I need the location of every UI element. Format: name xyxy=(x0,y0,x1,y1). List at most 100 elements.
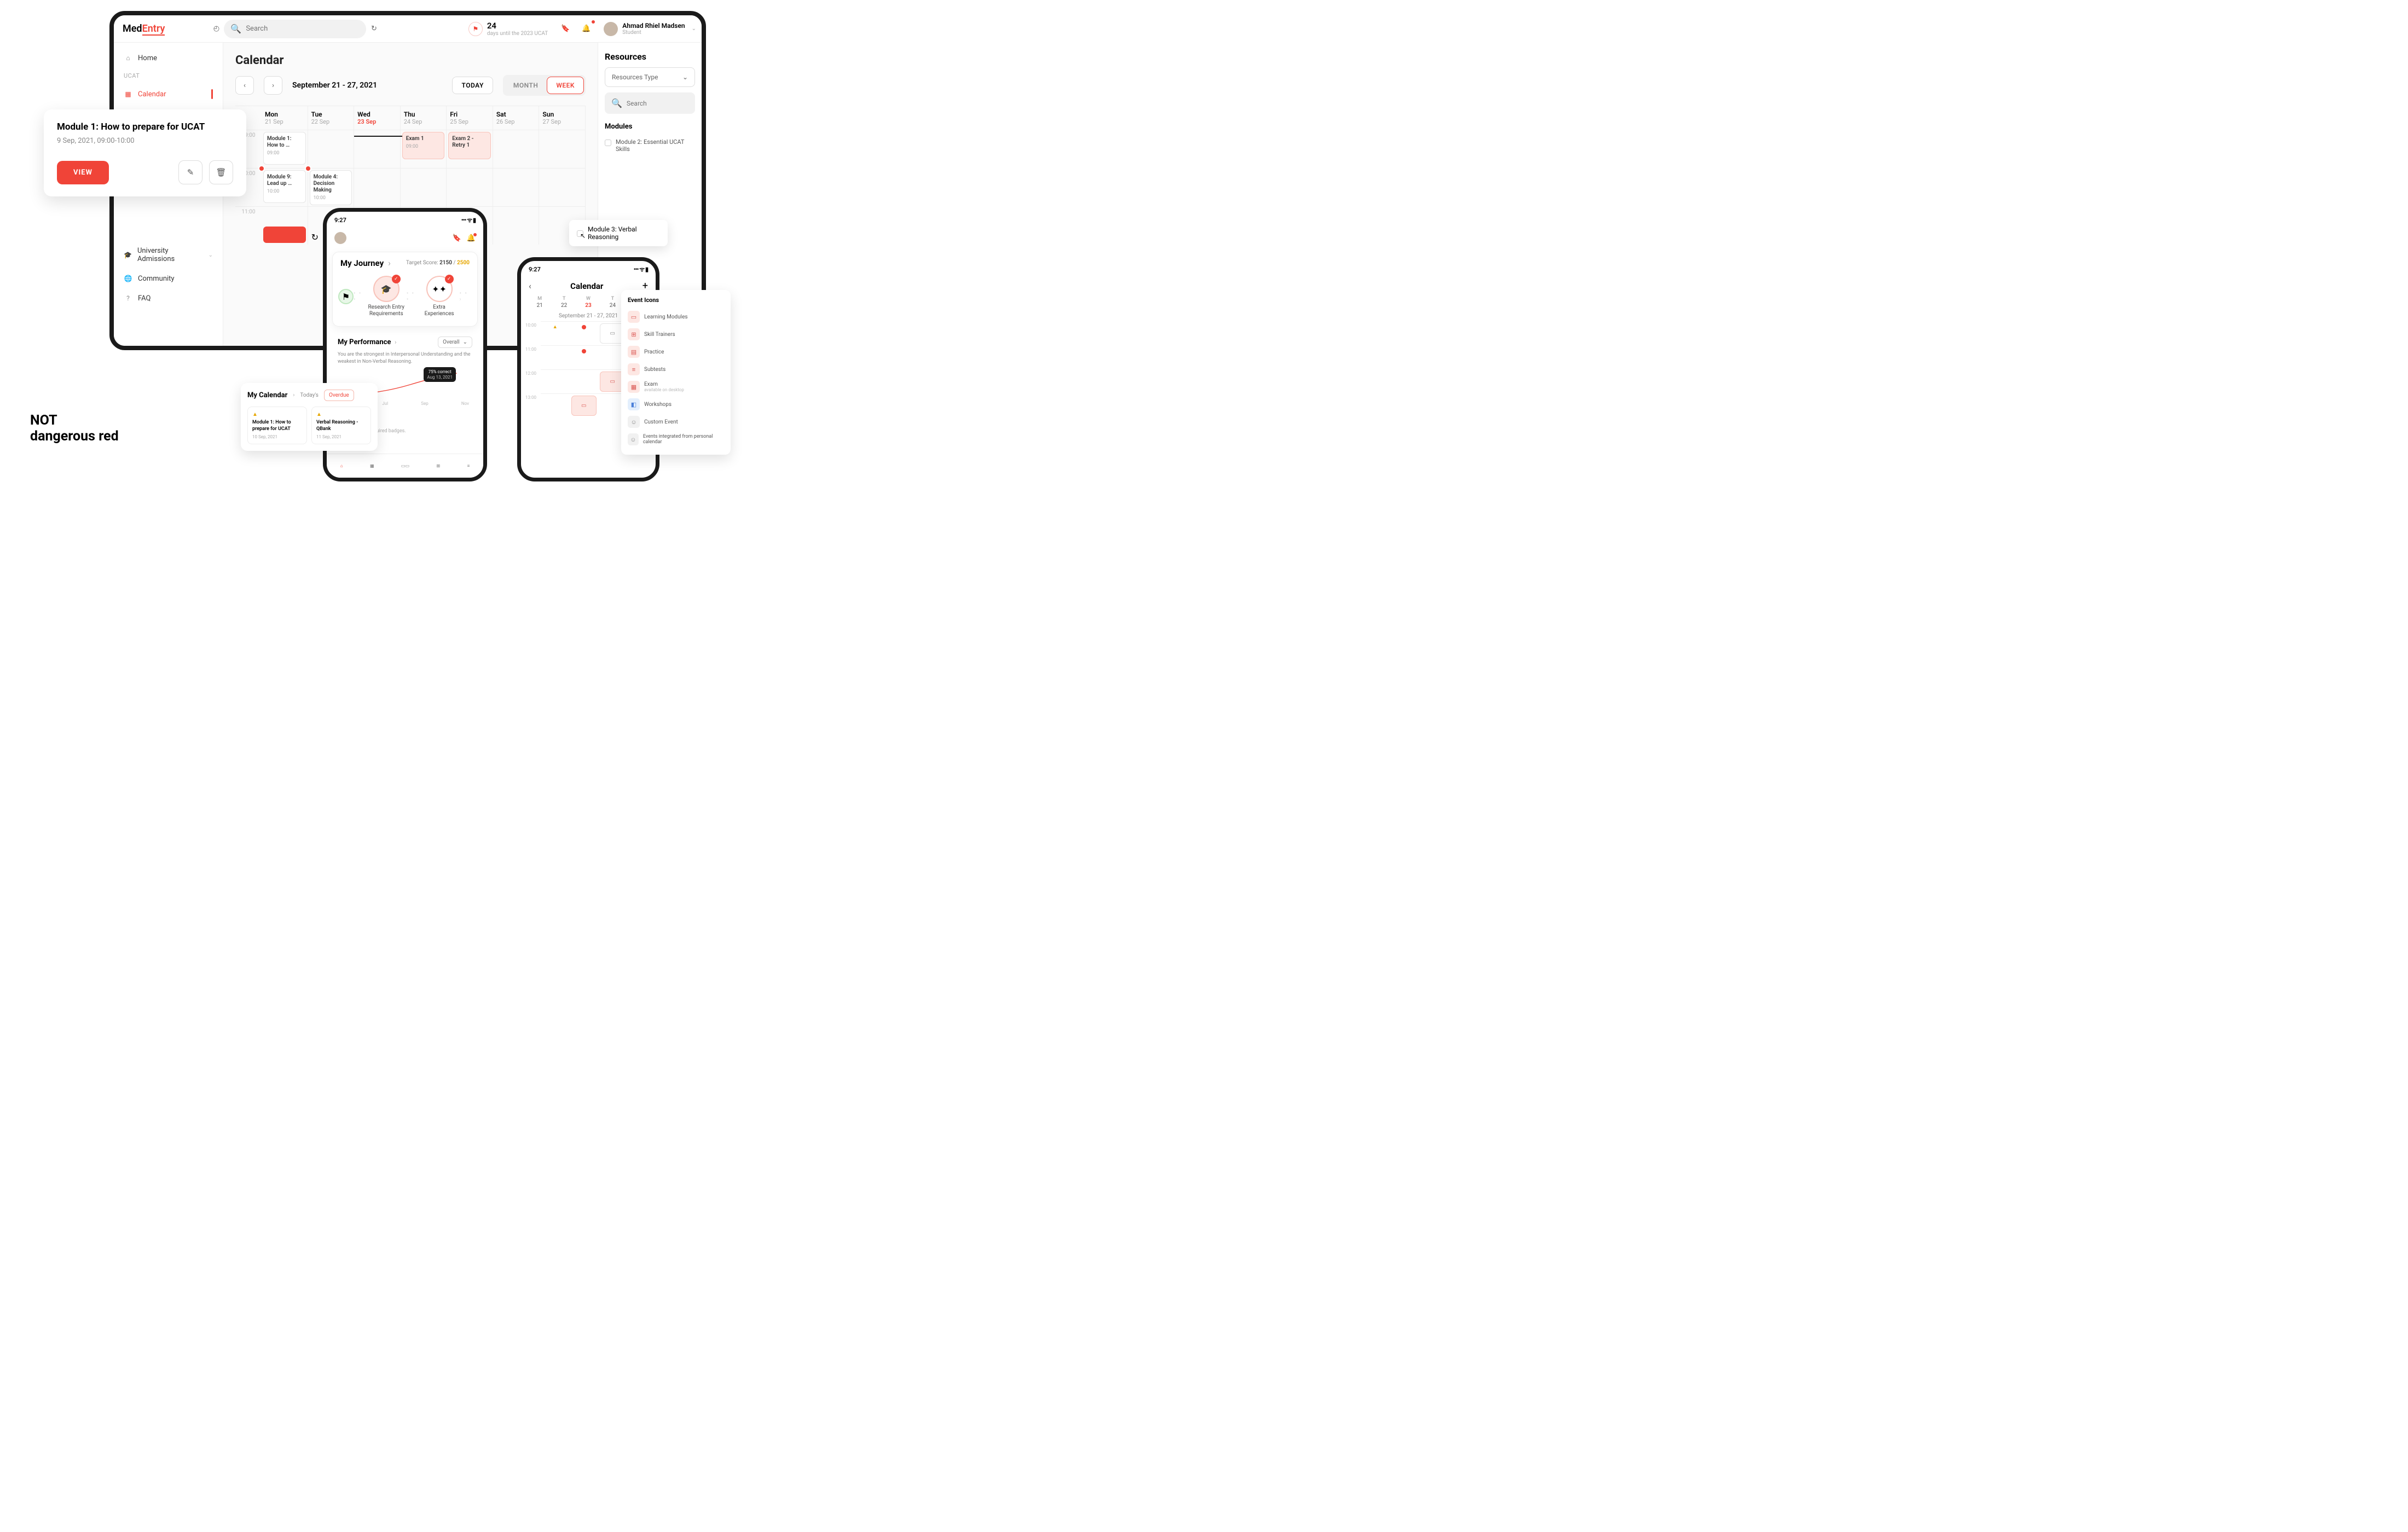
phone-statusbar: 9:27 ••• ᯤ ▮ xyxy=(521,261,656,278)
target-score: Target Score: 2150 / 2500 xyxy=(406,260,470,266)
annotation-label: NOT dangerous red xyxy=(30,413,119,445)
next-week-button[interactable]: › xyxy=(264,76,282,95)
week-view-button[interactable]: WEEK xyxy=(547,77,584,94)
p2cell[interactable]: ▭ xyxy=(570,393,599,417)
bookmark-icon[interactable]: 🔖 xyxy=(558,21,573,37)
cell-wed-09[interactable] xyxy=(354,130,401,168)
cell-fri-09[interactable]: Exam 2 - Retry 1 xyxy=(447,130,493,168)
ucat-countdown: ⚑ 24 days until the 2023 UCAT xyxy=(468,21,548,37)
sidebar-item-home[interactable]: ⌂ Home xyxy=(114,48,223,68)
refresh-icon[interactable]: ↻ xyxy=(311,232,319,242)
dots-connector: • • • xyxy=(407,291,419,303)
event-module-9[interactable]: Module 9: Lead up … 10:00 xyxy=(263,170,306,203)
sidebar-item-community[interactable]: 🌐 Community xyxy=(114,269,223,288)
sidebar-item-faq[interactable]: ? FAQ xyxy=(114,288,223,308)
cell-wed-10[interactable] xyxy=(354,168,401,206)
p2cell[interactable] xyxy=(541,393,570,417)
cell-thu-10[interactable] xyxy=(401,168,447,206)
cell-mon-11[interactable] xyxy=(262,206,308,245)
calendar-range: September 21 - 27, 2021 xyxy=(292,81,377,90)
p2cell[interactable] xyxy=(541,345,570,369)
modules-heading: Modules xyxy=(605,123,695,131)
bell-icon[interactable]: 🔔 xyxy=(578,21,594,37)
p2cell[interactable] xyxy=(541,369,570,393)
checkbox-icon[interactable] xyxy=(605,140,611,146)
event-module-4[interactable]: Module 4: Decision Making 10:00 xyxy=(310,170,352,205)
event-exam-2[interactable]: Exam 2 - Retry 1 xyxy=(448,132,491,159)
search-input[interactable] xyxy=(246,25,360,33)
trash-icon: 🗑 xyxy=(216,167,226,177)
overdue-item-2[interactable]: ▲ Verbal Reasoning - QBank 11 Sep, 2021 xyxy=(311,407,371,444)
module-chip[interactable]: ▭ xyxy=(571,396,597,416)
view-button[interactable]: VIEW xyxy=(57,161,109,184)
today-button[interactable]: TODAY xyxy=(452,77,493,94)
event-exam-1[interactable]: Exam 1 09:00 xyxy=(402,132,445,159)
overdue-item-1[interactable]: ▲ Module 1: How to prepare for UCAT 10 S… xyxy=(247,407,307,444)
tab-overdue[interactable]: Overdue xyxy=(324,390,354,401)
resource-module-2[interactable]: Module 2: Essential UCAT Skills xyxy=(605,135,695,156)
bell-icon[interactable]: 🔔 xyxy=(467,234,476,242)
history-icon[interactable]: ↻ xyxy=(366,21,381,37)
back-button[interactable]: ‹ xyxy=(529,281,531,291)
cell-sat-10[interactable] xyxy=(493,168,540,206)
pencil-icon: ✎ xyxy=(187,167,194,177)
cell-sun-10[interactable] xyxy=(539,168,586,206)
user-menu[interactable]: Ahmad Rhiel Madsen Student ⌄ xyxy=(604,22,696,36)
cell-mon-09[interactable]: Module 1: How to … 09:00 xyxy=(262,130,308,168)
graduation-icon: 🎓 xyxy=(124,251,132,259)
sidebar-item-calendar[interactable]: ▦ Calendar xyxy=(114,84,223,105)
warning-icon: ▲ xyxy=(252,411,302,417)
performance-filter[interactable]: Overall ⌄ xyxy=(438,336,472,348)
check-icon: ✓ xyxy=(392,275,401,283)
module3-label: Module 3: Verbal Reasoning xyxy=(588,225,660,241)
cell-tue-09[interactable] xyxy=(308,130,355,168)
cell-mon-10[interactable]: Module 9: Lead up … 10:00 xyxy=(262,168,308,206)
legend-skill: ⊞Skill Trainers xyxy=(628,326,724,343)
cell-fri-10[interactable] xyxy=(447,168,493,206)
month-view-button[interactable]: MONTH xyxy=(505,77,547,94)
workshop-icon: ◧ xyxy=(628,398,640,410)
exam-icon: ▦ xyxy=(628,381,640,393)
p2cell[interactable]: ▲ xyxy=(541,321,570,345)
nav-home[interactable]: ⌂ xyxy=(340,463,343,468)
chevron-right-icon[interactable]: › xyxy=(388,258,391,268)
cell-sat-09[interactable] xyxy=(493,130,540,168)
menu-icon: ≡ xyxy=(467,463,470,468)
view-toggle: MONTH WEEK xyxy=(503,75,586,96)
resources-search[interactable]: 🔍 xyxy=(605,92,695,114)
journey-step-research[interactable]: 🎓✓ Research Entry Requirements xyxy=(366,276,407,317)
day-fri: Fri25 Sep xyxy=(447,106,493,130)
custom-icon: ☺ xyxy=(628,416,640,428)
edit-button[interactable]: ✎ xyxy=(178,160,202,184)
resources-type-select[interactable]: Resources Type ⌄ xyxy=(605,67,695,87)
bookmark-icon[interactable]: 🔖 xyxy=(453,234,461,242)
search-icon: 🔍 xyxy=(611,98,622,108)
delete-button[interactable]: 🗑 xyxy=(209,160,233,184)
nav-menu[interactable]: ≡ xyxy=(467,463,470,468)
tab-todays[interactable]: Today's xyxy=(300,392,319,398)
clock-back-icon[interactable]: ◴ xyxy=(209,21,224,37)
cell-sat-11[interactable] xyxy=(493,206,540,245)
event-module-1[interactable]: Module 1: How to … 09:00 xyxy=(263,132,306,165)
nav-calendar[interactable]: ▦ xyxy=(370,463,374,468)
time-1100: 11:00 xyxy=(235,206,262,245)
event-red-block[interactable] xyxy=(263,227,306,243)
sidebar-item-admissions[interactable]: 🎓 University Admissions ⌄ xyxy=(114,241,223,269)
chevron-right-icon[interactable]: › xyxy=(293,392,294,398)
chevron-right-icon[interactable]: › xyxy=(395,339,396,346)
p2cell[interactable] xyxy=(570,369,599,393)
avatar[interactable] xyxy=(334,232,346,244)
global-search[interactable]: 🔍 xyxy=(224,20,366,38)
p2cell[interactable] xyxy=(570,321,599,345)
cell-tue-10[interactable]: Module 4: Decision Making 10:00 xyxy=(308,168,355,206)
phone-topbar: 🔖 🔔 xyxy=(327,229,483,247)
resources-search-input[interactable] xyxy=(627,100,706,107)
p2cell[interactable] xyxy=(570,345,599,369)
nav-library[interactable]: ▭▭ xyxy=(401,463,409,468)
cell-sun-09[interactable] xyxy=(539,130,586,168)
phone-signal-icon: ••• ᯤ ▮ xyxy=(461,216,476,224)
cell-thu-09[interactable]: Exam 1 09:00 xyxy=(401,130,447,168)
prev-week-button[interactable]: ‹ xyxy=(235,76,254,95)
journey-step-extra[interactable]: ✦✦✓ Extra Experiences xyxy=(419,276,460,317)
nav-practice[interactable]: ⊞ xyxy=(436,463,440,468)
